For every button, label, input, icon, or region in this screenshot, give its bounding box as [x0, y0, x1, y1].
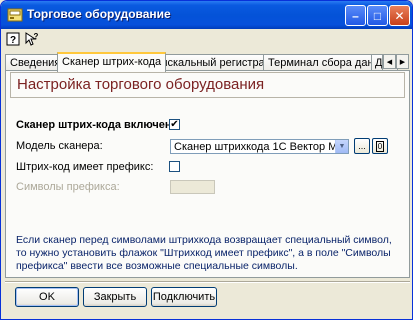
tab-panel: Настройка торгового оборудования Сканер …: [5, 70, 410, 278]
help-button[interactable]: ?: [5, 31, 21, 47]
svg-text:?: ?: [10, 35, 16, 46]
tab-scroll-right-button[interactable]: ▶: [396, 54, 409, 69]
dropdown-arrow[interactable]: ▼: [335, 140, 348, 153]
close-icon: ✕: [394, 8, 405, 23]
arrow-right-icon: ▶: [399, 58, 406, 66]
maximize-icon: □: [373, 8, 382, 23]
tab-more[interactable]: Д: [371, 54, 383, 71]
open-model-button[interactable]: 0: [372, 138, 388, 154]
scanner-model-value: Сканер штрихкода 1С Вектор MULTI: [174, 141, 349, 153]
scanner-model-select[interactable]: Сканер штрихкода 1С Вектор MULTI ▼: [170, 139, 349, 154]
tab-barcode-scanner[interactable]: Сканер штрих-кода: [57, 52, 167, 72]
scanner-enabled-label: Сканер штрих-кода включен:: [16, 119, 176, 131]
chevron-down-icon: ▼: [338, 143, 346, 150]
has-prefix-label: Штрих-код имеет префикс:: [16, 161, 154, 173]
maximize-button[interactable]: □: [367, 5, 388, 26]
scanner-model-label: Модель сканера:: [16, 140, 103, 152]
tab-strip: Сведения Сканер штрих-кода Фискальный ре…: [5, 52, 410, 72]
checkmark-icon: ✔: [170, 119, 179, 130]
tab-scroll-left-button[interactable]: ◀: [383, 54, 396, 69]
prefix-symbols-label: Символы префикса:: [16, 181, 120, 193]
select-model-button[interactable]: ...: [354, 138, 370, 154]
title-bar[interactable]: Торговое оборудование – □ ✕: [1, 1, 412, 29]
svg-text:?: ?: [34, 32, 39, 41]
info-text: Если сканер перед символами штрихкода во…: [16, 234, 392, 272]
toolbar: ? ?: [5, 31, 40, 49]
arrow-left-icon: ◀: [386, 58, 393, 66]
window: Торговое оборудование – □ ✕ ? ? Сведения: [0, 0, 413, 320]
prefix-symbols-input[interactable]: [170, 180, 215, 194]
footer-divider: [5, 281, 410, 283]
close-button[interactable]: Закрыть: [83, 287, 147, 307]
has-prefix-checkbox[interactable]: [169, 161, 180, 172]
scanner-enabled-checkbox[interactable]: ✔: [169, 119, 180, 130]
minimize-button[interactable]: –: [345, 5, 366, 26]
help-icon: ?: [6, 32, 20, 46]
open-icon: 0: [375, 140, 385, 152]
whats-this-icon: ?: [25, 32, 39, 46]
close-window-button[interactable]: ✕: [389, 5, 410, 26]
window-title: Торговое оборудование: [27, 7, 171, 21]
ok-button[interactable]: OK: [15, 287, 79, 307]
panel-heading: Настройка торгового оборудования: [10, 72, 405, 98]
connect-button[interactable]: Подключить: [151, 287, 217, 307]
minimize-icon: –: [352, 8, 359, 23]
ellipsis-icon: ...: [358, 141, 366, 151]
whats-this-button[interactable]: ?: [24, 31, 40, 47]
app-icon: [7, 8, 23, 22]
